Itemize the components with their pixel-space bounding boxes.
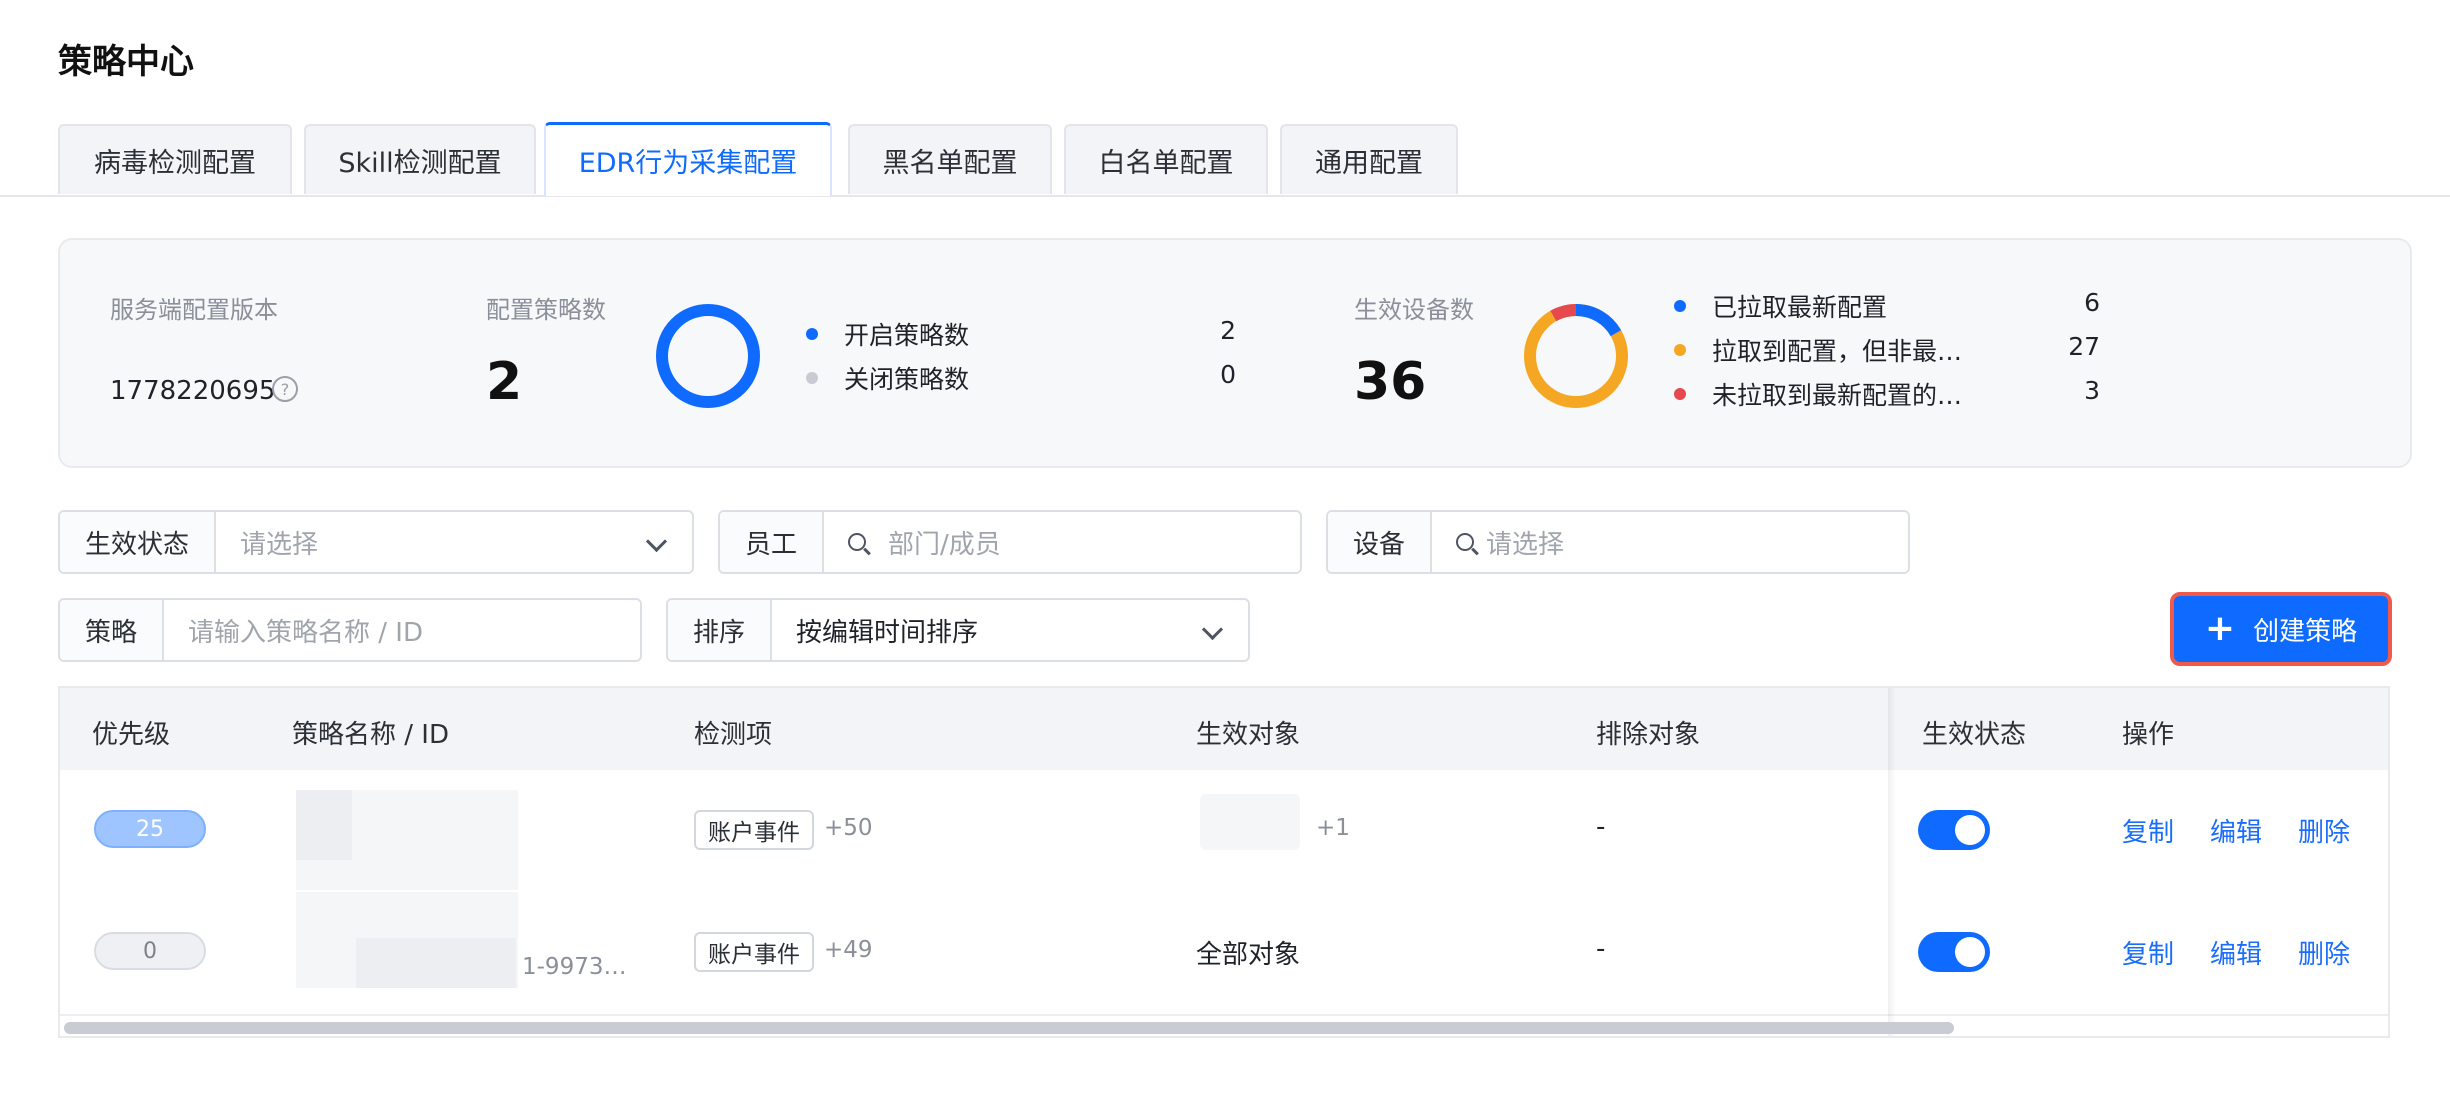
blurred-target — [1200, 794, 1300, 850]
search-icon — [1456, 533, 1474, 551]
legend-failed-label: 未拉取到最新配置的… — [1712, 381, 1963, 410]
sort-filter-label: 排序 — [668, 600, 772, 660]
policy-filter-label: 策略 — [60, 600, 164, 660]
table-row: 0 1-9973… 账户事件 +49 全部对象 - 复制 编辑 删除 — [60, 892, 2388, 1016]
status-select-placeholder: 请选择 — [240, 529, 319, 560]
legend-latest-value: 6 — [2084, 288, 2100, 317]
target-value: 全部对象 — [1196, 940, 1301, 970]
policy-filter: 策略 请输入策略名称 / ID — [58, 598, 642, 662]
chevron-down-icon — [645, 530, 668, 553]
scrollbar-thumb[interactable] — [64, 1022, 1954, 1034]
tab-edr-collection[interactable]: EDR行为采集配置 — [544, 122, 832, 196]
device-search-input[interactable]: 请选择 — [1432, 512, 1908, 572]
horizontal-scrollbar[interactable] — [58, 1018, 2390, 1040]
tab-blacklist[interactable]: 黑名单配置 — [848, 124, 1052, 194]
legend-dot-enabled — [806, 328, 818, 340]
sort-select[interactable]: 按编辑时间排序 — [772, 600, 1248, 660]
copy-link[interactable]: 复制 — [2122, 934, 2174, 971]
legend-failed-value: 3 — [2084, 376, 2100, 405]
th-policy-name: 策略名称 / ID — [292, 720, 449, 750]
employee-filter-label: 员工 — [720, 512, 824, 572]
legend-dot-latest — [1674, 300, 1686, 312]
employee-search-input[interactable]: 部门/成员 — [824, 512, 1300, 572]
create-policy-button[interactable]: + 创建策略 — [2170, 592, 2392, 666]
exclude-value: - — [1596, 812, 1606, 842]
target-more-count[interactable]: +1 — [1316, 815, 1350, 841]
status-toggle[interactable] — [1918, 810, 1990, 850]
policy-count-label: 配置策略数 — [486, 296, 606, 324]
employee-filter: 员工 部门/成员 — [718, 510, 1302, 574]
legend-latest-label: 已拉取最新配置 — [1712, 293, 1888, 322]
detect-more-count[interactable]: +49 — [824, 937, 873, 963]
status-filter: 生效状态 请选择 — [58, 510, 694, 574]
legend-disabled-label: 关闭策略数 — [844, 365, 970, 394]
page-title: 策略中心 — [58, 42, 194, 82]
delete-link[interactable]: 删除 — [2298, 934, 2350, 971]
legend-disabled-value: 0 — [1220, 360, 1236, 389]
chevron-down-icon — [1201, 618, 1224, 641]
th-status: 生效状态 — [1922, 720, 2027, 750]
help-icon[interactable]: ? — [272, 376, 298, 402]
search-icon — [848, 533, 866, 551]
employee-search-placeholder: 部门/成员 — [888, 529, 1001, 560]
fixed-column-shadow — [1888, 688, 1896, 1036]
th-actions: 操作 — [2122, 720, 2175, 750]
priority-badge: 0 — [94, 932, 206, 970]
status-select[interactable]: 请选择 — [216, 512, 692, 572]
legend-outdated-label: 拉取到配置，但非最… — [1712, 337, 1963, 366]
policy-search-input[interactable]: 请输入策略名称 / ID — [164, 600, 640, 660]
device-search-placeholder: 请选择 — [1486, 529, 1565, 560]
device-filter: 设备 请选择 — [1326, 510, 1910, 574]
policy-center-page: 策略中心 病毒检测配置 Skill检测配置 EDR行为采集配置 黑名单配置 白名… — [0, 0, 2450, 1108]
sort-filter: 排序 按编辑时间排序 — [666, 598, 1250, 662]
table-row: 25 账户事件 +50 +1 - 复制 编辑 删除 — [60, 770, 2388, 894]
policy-count: 2 — [486, 352, 523, 412]
version-value: 1778220695 — [110, 376, 276, 406]
legend-dot-failed — [1674, 388, 1686, 400]
device-filter-label: 设备 — [1328, 512, 1432, 572]
th-detect-items: 检测项 — [694, 720, 773, 750]
config-tabs: 病毒检测配置 Skill检测配置 EDR行为采集配置 黑名单配置 白名单配置 通… — [58, 122, 2450, 196]
th-exclude: 排除对象 — [1596, 720, 1701, 750]
detect-tag: 账户事件 — [694, 810, 814, 850]
tab-general[interactable]: 通用配置 — [1280, 124, 1458, 194]
version-label: 服务端配置版本 — [110, 296, 278, 324]
blurred-policy-id — [356, 938, 516, 988]
legend-enabled-label: 开启策略数 — [844, 321, 970, 350]
legend-dot-outdated — [1674, 344, 1686, 356]
policy-donut-ring — [656, 304, 760, 408]
tab-skill-detection[interactable]: Skill检测配置 — [304, 124, 536, 194]
policy-search-placeholder: 请输入策略名称 / ID — [188, 617, 423, 648]
device-count: 36 — [1354, 352, 1427, 412]
policy-donut-chart — [656, 304, 760, 408]
edit-link[interactable]: 编辑 — [2210, 934, 2262, 971]
th-priority: 优先级 — [92, 720, 171, 750]
status-filter-label: 生效状态 — [60, 512, 216, 572]
device-donut-chart — [1524, 304, 1628, 408]
status-toggle[interactable] — [1918, 932, 1990, 972]
summary-card: 服务端配置版本 1778220695 ? 配置策略数 2 开启策略数 2 关闭策… — [58, 238, 2412, 468]
detect-tag: 账户事件 — [694, 932, 814, 972]
th-target: 生效对象 — [1196, 720, 1301, 750]
delete-link[interactable]: 删除 — [2298, 812, 2350, 849]
blurred-policy-name-part — [296, 790, 352, 860]
device-count-label: 生效设备数 — [1354, 296, 1474, 324]
copy-link[interactable]: 复制 — [2122, 812, 2174, 849]
legend-outdated-value: 27 — [2068, 332, 2100, 361]
table-header: 优先级 策略名称 / ID 检测项 生效对象 排除对象 生效状态 操作 — [60, 688, 2388, 772]
plus-icon: + — [2204, 608, 2236, 649]
policy-id-tail: 1-9973… — [522, 954, 627, 980]
tab-virus-detection[interactable]: 病毒检测配置 — [58, 124, 292, 194]
legend-dot-disabled — [806, 372, 818, 384]
tab-whitelist[interactable]: 白名单配置 — [1064, 124, 1268, 194]
exclude-value: - — [1596, 934, 1606, 964]
sort-select-value: 按编辑时间排序 — [796, 617, 979, 648]
edit-link[interactable]: 编辑 — [2210, 812, 2262, 849]
priority-badge: 25 — [94, 810, 206, 848]
create-policy-label: 创建策略 — [2253, 616, 2358, 647]
policy-table: 优先级 策略名称 / ID 检测项 生效对象 排除对象 生效状态 操作 25 账… — [58, 686, 2390, 1038]
legend-enabled-value: 2 — [1220, 316, 1236, 345]
detect-more-count[interactable]: +50 — [824, 815, 873, 841]
